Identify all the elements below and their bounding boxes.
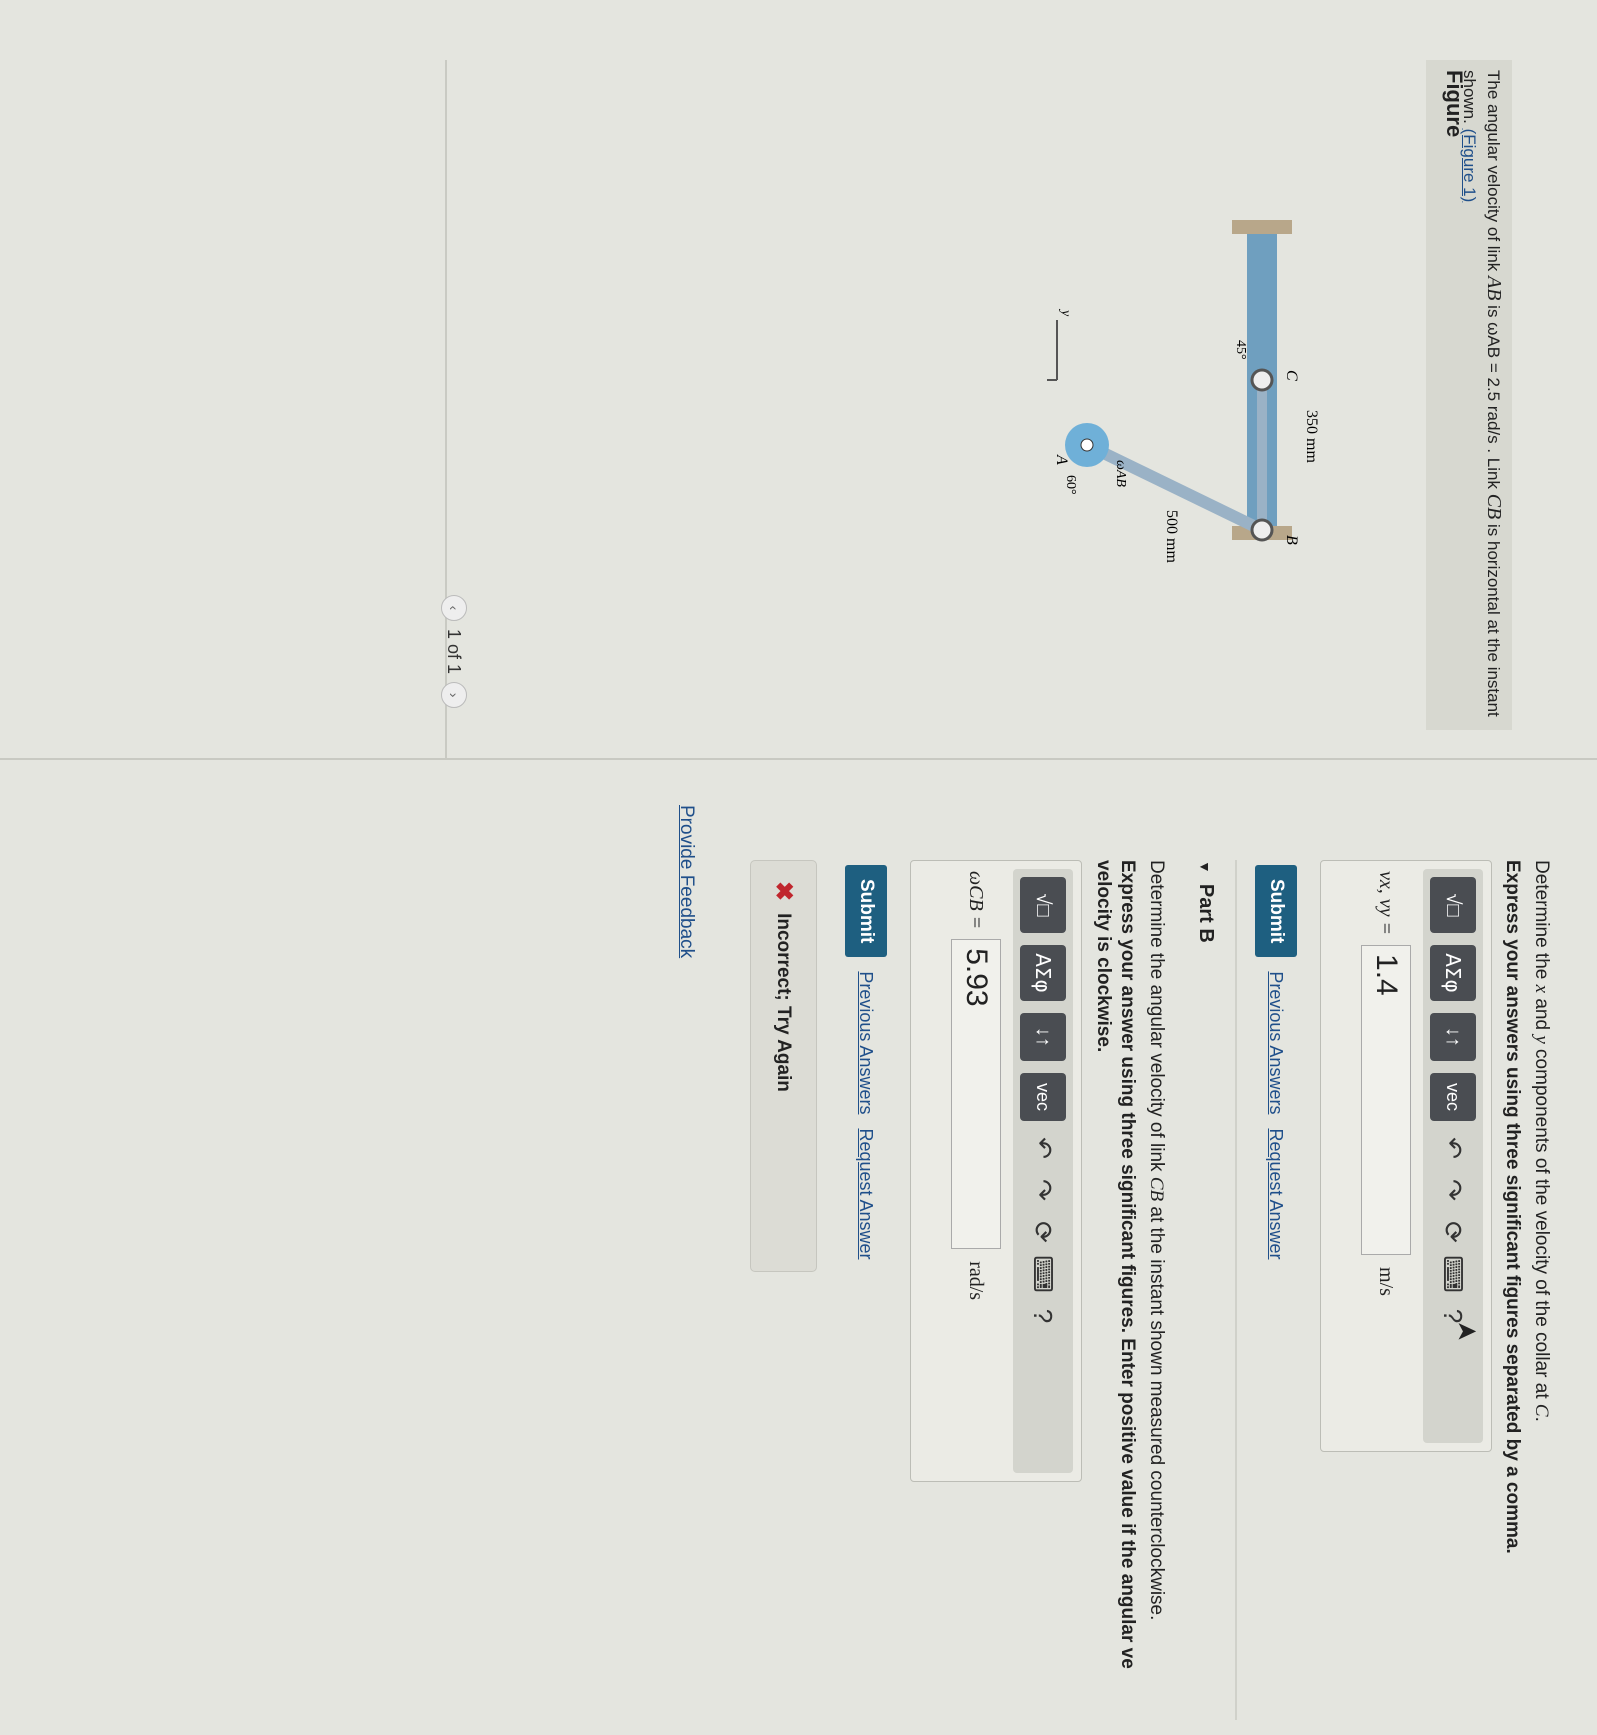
part-b-label: ωCB = [965, 871, 988, 930]
part-a-instruction: Express your answers using three signifi… [1502, 860, 1523, 1554]
part-b-actions: Submit Previous Answers Request Answer [845, 865, 887, 1260]
pin-a [1080, 438, 1094, 452]
keyboard-icon-b[interactable]: ⌨ [1028, 1255, 1059, 1293]
part-b-request-answer[interactable]: Request Answer [856, 1128, 877, 1259]
error-x-icon: ✖ [770, 881, 797, 902]
figure-heading: Figure [1442, 70, 1467, 138]
part-a-submit-button[interactable]: Submit [1255, 865, 1297, 958]
part-a-q1: Determine the [1531, 860, 1552, 985]
part-b-submit-button[interactable]: Submit [845, 865, 887, 958]
next-figure-button[interactable]: › [441, 682, 467, 709]
collapse-icon: ▼ [1197, 860, 1214, 874]
greek-button[interactable]: ΑΣφ [1430, 945, 1476, 1001]
template-button-b[interactable]: √□ [1020, 877, 1066, 933]
label-45deg: 45° [1233, 340, 1248, 360]
wall-left [1232, 220, 1292, 234]
part-a-q2: components of the velocity of the collar… [1531, 1043, 1552, 1404]
part-b-cb: CB [1146, 1176, 1167, 1202]
part-b-question: Determine the angular velocity of link C… [1145, 860, 1167, 1620]
intro-text: The angular velocity of link [1484, 70, 1503, 276]
undo-icon[interactable]: ↶ [1438, 1133, 1469, 1163]
part-b-instruction: Express your answer using three signific… [1093, 860, 1138, 1669]
part-a-previous-answers[interactable]: Previous Answers [1266, 971, 1287, 1114]
column-divider [0, 758, 1597, 760]
part-a-y: y [1531, 1035, 1552, 1044]
part-a-c: C [1531, 1403, 1552, 1417]
label-b: B [1283, 535, 1300, 545]
figure-panel: Figure C B A 350 mm 500 mm 45° 60° ωAB y [487, 60, 1467, 750]
pin-c [1250, 368, 1274, 392]
vec-button-b[interactable]: vec [1020, 1073, 1066, 1121]
redo-icon[interactable]: ↷ [1438, 1175, 1469, 1205]
mouse-cursor-icon: ➤ [1455, 1315, 1478, 1346]
label-omega-ab: ωAB [1113, 460, 1128, 487]
arrows-button-b[interactable]: ↓↑ [1020, 1013, 1066, 1061]
provide-feedback-link[interactable]: Provide Feedback [675, 805, 697, 958]
part-b-previous-answers[interactable]: Previous Answers [856, 971, 877, 1114]
part-b-q1: Determine the angular velocity of link [1146, 860, 1167, 1177]
part-divider [1235, 860, 1237, 1720]
label-60deg: 60° [1063, 475, 1078, 495]
link-cb-symbol: CB [1483, 493, 1505, 520]
greek-button-b[interactable]: ΑΣφ [1020, 945, 1066, 1001]
part-a-toolbar: √□ ΑΣφ ↓↑ vec ↶ ↷ ⟳ ⌨ ? [1423, 869, 1483, 1443]
vec-button[interactable]: vec [1430, 1073, 1476, 1121]
axis-y-label: y [1058, 308, 1073, 317]
part-b-input[interactable]: 5.93 [951, 939, 1001, 1250]
label-c: C [1283, 370, 1300, 381]
part-b-q2: at the instant shown measured counterclo… [1146, 1201, 1167, 1621]
link-ab-symbol: AB [1483, 276, 1505, 301]
arrows-button[interactable]: ↓↑ [1430, 1013, 1476, 1061]
part-b-title: Part B [1195, 883, 1217, 943]
figure-pager: ‹ 1 of 1 › [441, 595, 467, 709]
part-a-period: . [1531, 1416, 1552, 1422]
keyboard-icon[interactable]: ⌨ [1438, 1255, 1469, 1293]
part-a-label: vx, vy = [1375, 871, 1398, 936]
part-b-header[interactable]: ▼ Part B [1194, 860, 1217, 943]
part-a-request-answer[interactable]: Request Answer [1266, 1128, 1287, 1259]
mechanism-diagram: C B A 350 mm 500 mm 45° 60° ωAB y [1047, 220, 1320, 563]
part-a-question: Determine the x and y components of the … [1530, 860, 1552, 1422]
part-b-toolbar: √□ ΑΣφ ↓↑ vec ↶ ↷ ⟳ ⌨ ? [1013, 869, 1073, 1473]
part-b-feedback-text: Incorrect; Try Again [773, 913, 795, 1092]
label-500mm: 500 mm [1163, 510, 1180, 563]
figure-link[interactable]: (Figure 1) [1460, 129, 1479, 203]
help-icon-b[interactable]: ? [1028, 1301, 1059, 1331]
reset-icon-b[interactable]: ⟳ [1028, 1217, 1059, 1247]
part-a-answer-box: √□ ΑΣφ ↓↑ vec ↶ ↷ ⟳ ⌨ ? vx, vy = 1.4 m/s [1320, 860, 1492, 1452]
part-b-unit: rad/s [965, 1261, 988, 1301]
part-a-unit: m/s [1375, 1267, 1398, 1296]
part-b-answer-box: √□ ΑΣφ ↓↑ vec ↶ ↷ ⟳ ⌨ ? ωCB = 5.93 rad/s [910, 860, 1082, 1482]
pin-b [1250, 518, 1274, 542]
redo-icon-b[interactable]: ↷ [1028, 1175, 1059, 1205]
prev-figure-button[interactable]: ‹ [441, 595, 467, 621]
template-button[interactable]: √□ [1430, 877, 1476, 933]
label-a: A [1053, 454, 1070, 465]
undo-icon-b[interactable]: ↶ [1028, 1133, 1059, 1163]
intro-text-mid: is ωAB = 2.5 rad/s . Link [1484, 300, 1503, 494]
part-a-x: x [1531, 984, 1552, 994]
part-a-input[interactable]: 1.4 [1361, 945, 1411, 1256]
part-a-and: and [1531, 993, 1552, 1036]
part-a-actions: Submit Previous Answers Request Answer [1255, 865, 1297, 1260]
reset-icon[interactable]: ⟳ [1438, 1217, 1469, 1247]
part-b-feedback: ✖ Incorrect; Try Again [750, 860, 817, 1272]
pager-count: 1 of 1 [444, 629, 465, 675]
label-350mm: 350 mm [1303, 410, 1320, 463]
